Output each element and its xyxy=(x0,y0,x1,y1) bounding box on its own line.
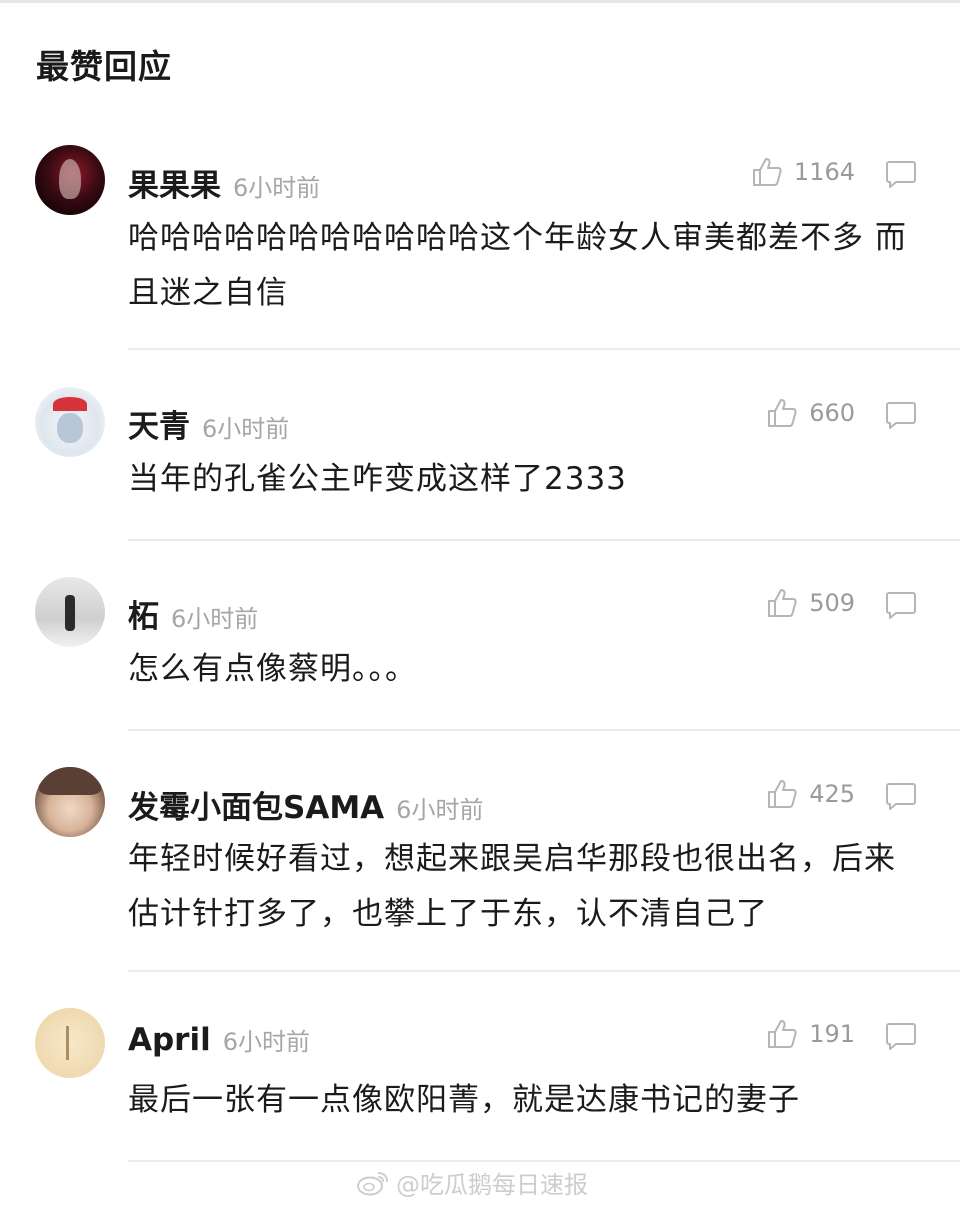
like-count: 191 xyxy=(809,1020,855,1048)
avatar[interactable] xyxy=(35,387,105,457)
watermark-text: @吃瓜鹅每日速报 xyxy=(396,1171,588,1199)
like-button[interactable]: 660 xyxy=(765,396,855,430)
thumbs-up-icon xyxy=(768,780,797,808)
comment-username[interactable]: 发霉小面包SAMA 6小时前 xyxy=(128,782,483,827)
like-button[interactable]: 509 xyxy=(765,586,855,620)
comment-time: 6小时前 xyxy=(233,174,321,202)
thumbs-up-icon xyxy=(768,1020,797,1048)
comment-time: 6小时前 xyxy=(396,796,484,824)
comment-username[interactable]: 天青 6小时前 xyxy=(128,401,289,446)
thumbs-up-icon xyxy=(752,158,782,186)
comment-bubble-icon[interactable] xyxy=(884,780,918,812)
avatar[interactable] xyxy=(35,767,105,837)
comment-text: 怎么有点像蔡明。。。 xyxy=(128,651,417,687)
divider xyxy=(128,539,960,541)
like-count: 425 xyxy=(809,780,855,808)
username-text[interactable]: 果果果 xyxy=(128,168,221,204)
thumbs-up-icon xyxy=(768,589,797,617)
username-text[interactable]: 发霉小面包SAMA xyxy=(128,790,384,826)
comment-username[interactable]: 柘 6小时前 xyxy=(128,591,258,636)
like-count: 660 xyxy=(809,399,855,427)
username-text[interactable]: 天青 xyxy=(128,409,190,445)
comment-text: 哈哈哈哈哈哈哈哈哈哈哈这个年龄女人审美都差不多 而且迷之自信 xyxy=(128,220,907,311)
thumbs-up-icon xyxy=(768,399,797,427)
top-divider xyxy=(0,0,960,3)
comment-bubble-icon[interactable] xyxy=(884,158,918,190)
comment-time: 6小时前 xyxy=(171,605,259,633)
like-button[interactable]: 1164 xyxy=(750,155,855,189)
comment-username[interactable]: April 6小时前 xyxy=(128,1022,310,1058)
comment-time: 6小时前 xyxy=(202,415,290,443)
comment-text: 年轻时候好看过，想起来跟吴启华那段也很出名，后来估计针打多了，也攀上了于东，认不… xyxy=(128,841,896,932)
divider xyxy=(128,348,960,350)
username-text[interactable]: April xyxy=(128,1022,211,1058)
avatar[interactable] xyxy=(35,145,105,215)
like-count: 1164 xyxy=(793,158,855,186)
divider xyxy=(128,1160,960,1162)
comment-bubble-icon[interactable] xyxy=(884,589,918,621)
watermark: @吃瓜鹅每日速报 xyxy=(356,1165,588,1200)
comment-bubble-icon[interactable] xyxy=(884,1020,918,1052)
like-count: 509 xyxy=(809,589,855,617)
comment-username[interactable]: 果果果 6小时前 xyxy=(128,160,320,205)
like-button[interactable]: 425 xyxy=(765,777,855,811)
avatar[interactable] xyxy=(35,577,105,647)
divider xyxy=(128,729,960,731)
username-text[interactable]: 柘 xyxy=(128,599,159,635)
weibo-logo-icon xyxy=(357,1171,388,1195)
avatar[interactable] xyxy=(35,1008,105,1078)
comment-bubble-icon[interactable] xyxy=(884,399,918,431)
comment-time: 6小时前 xyxy=(222,1028,311,1056)
like-button[interactable]: 191 xyxy=(765,1017,855,1051)
comment-text: 最后一张有一点像欧阳菁，就是达康书记的妻子 xyxy=(128,1082,800,1118)
divider xyxy=(128,970,960,972)
section-title: 最赞回应 xyxy=(36,47,172,86)
comment-text: 当年的孔雀公主咋变成这样了2333 xyxy=(128,461,627,497)
